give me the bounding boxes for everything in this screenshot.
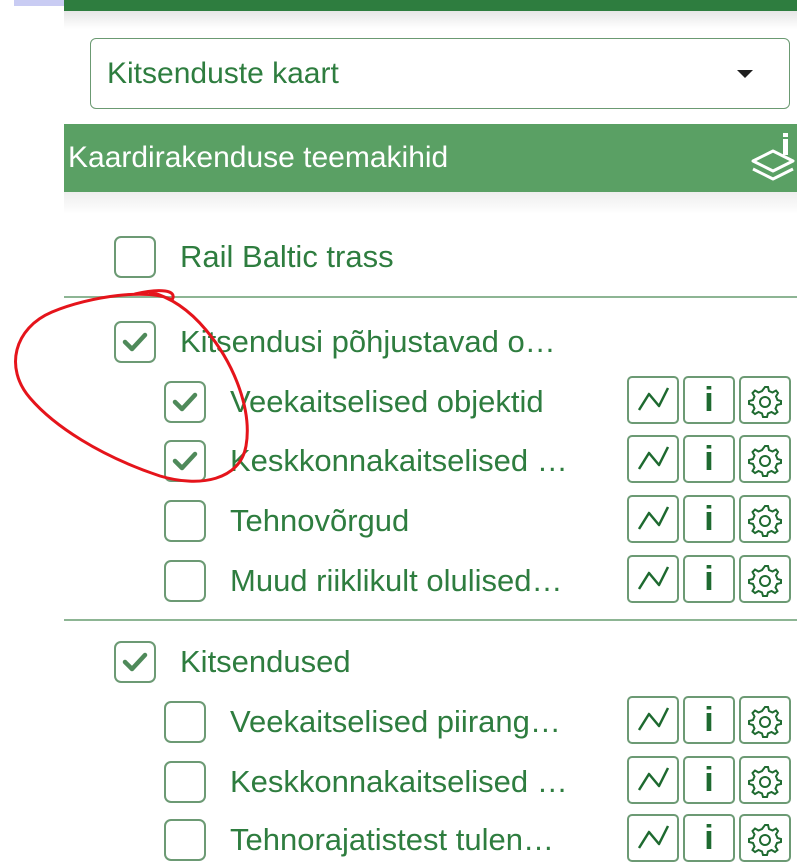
layer-checkbox-checked[interactable]: [114, 641, 156, 683]
layers-panel-header: Kaardirakenduse teemakihid: [64, 124, 797, 192]
layer-label: Keskkonnakaitselised …: [230, 443, 568, 478]
layer-checkbox[interactable]: [114, 236, 156, 278]
sublayer-row[interactable]: Veekaitselised piirang…: [164, 698, 561, 746]
legend-button[interactable]: [627, 756, 679, 804]
layer-checkbox[interactable]: [164, 819, 206, 861]
gear-icon: [748, 445, 782, 477]
layer-actions: i: [627, 814, 791, 862]
layer-label: Kitsendusi põhjustavad o…: [180, 324, 556, 359]
layer-checkbox[interactable]: [164, 500, 206, 542]
line-chart-icon: [637, 446, 670, 470]
layers-info-icon[interactable]: [749, 133, 797, 183]
sublayer-row[interactable]: Keskkonnakaitselised …: [164, 758, 568, 806]
gear-icon: [748, 565, 782, 597]
gear-icon: [748, 706, 782, 738]
chevron-down-icon: [737, 69, 753, 78]
layer-group-kitsendused[interactable]: Kitsendused: [114, 638, 351, 686]
line-chart-icon: [637, 506, 670, 530]
group-divider: [64, 619, 797, 621]
gear-icon: [748, 386, 782, 418]
panel-shadow: [64, 192, 797, 214]
settings-button[interactable]: [739, 756, 791, 804]
info-button[interactable]: i: [683, 435, 735, 483]
layer-actions: i: [627, 435, 791, 483]
layer-actions: i: [627, 696, 791, 744]
legend-button[interactable]: [627, 495, 679, 543]
settings-button[interactable]: [739, 696, 791, 744]
layer-actions: i: [627, 555, 791, 603]
layer-checkbox-checked[interactable]: [164, 381, 206, 423]
info-icon: i: [704, 701, 714, 739]
info-icon: i: [704, 560, 714, 598]
layer-checkbox[interactable]: [164, 761, 206, 803]
layers-panel-title: Kaardirakenduse teemakihid: [68, 141, 449, 174]
line-chart-icon: [637, 825, 670, 849]
sublayer-row[interactable]: Tehnorajatistest tulen…: [164, 816, 554, 864]
line-chart-icon: [637, 707, 670, 731]
map-select-value: Kitsenduste kaart: [107, 56, 339, 90]
settings-button[interactable]: [739, 814, 791, 862]
info-icon: i: [704, 761, 714, 799]
gear-icon: [748, 505, 782, 537]
header-shadow: [64, 11, 797, 29]
sublayer-row[interactable]: Muud riiklikult olulised…: [164, 557, 563, 605]
line-chart-icon: [637, 566, 670, 590]
layer-actions: i: [627, 756, 791, 804]
layer-label: Veekaitselised piirang…: [230, 704, 561, 739]
layer-actions: i: [627, 495, 791, 543]
layer-group-kitsendusi-pohjustavad[interactable]: Kitsendusi põhjustavad o…: [114, 318, 556, 366]
layer-label: Kitsendused: [180, 644, 351, 679]
layer-checkbox[interactable]: [164, 701, 206, 743]
layer-row-rail-baltic[interactable]: Rail Baltic trass: [114, 233, 394, 281]
layer-label: Veekaitselised objektid: [230, 384, 544, 419]
layer-label: Keskkonnakaitselised …: [230, 764, 568, 799]
info-icon: i: [704, 500, 714, 538]
legend-button[interactable]: [627, 555, 679, 603]
layer-label: Tehnovõrgud: [230, 503, 410, 538]
info-button[interactable]: i: [683, 376, 735, 424]
settings-button[interactable]: [739, 376, 791, 424]
info-icon: i: [704, 819, 714, 857]
line-chart-icon: [637, 767, 670, 791]
info-button[interactable]: i: [683, 756, 735, 804]
info-button[interactable]: i: [683, 814, 735, 862]
legend-button[interactable]: [627, 696, 679, 744]
info-button[interactable]: i: [683, 555, 735, 603]
legend-button[interactable]: [627, 376, 679, 424]
gear-icon: [748, 766, 782, 798]
sublayer-row[interactable]: Veekaitselised objektid: [164, 378, 544, 426]
layer-label: Muud riiklikult olulised…: [230, 563, 563, 598]
layer-checkbox[interactable]: [164, 560, 206, 602]
info-icon: i: [704, 381, 714, 419]
top-band: [0, 0, 797, 29]
header-bar: [64, 0, 797, 11]
layer-actions: i: [627, 376, 791, 424]
settings-button[interactable]: [739, 495, 791, 543]
settings-button[interactable]: [739, 555, 791, 603]
info-button[interactable]: i: [683, 696, 735, 744]
legend-button[interactable]: [627, 435, 679, 483]
layer-label: Tehnorajatistest tulen…: [230, 822, 554, 857]
line-chart-icon: [637, 387, 670, 411]
info-icon: i: [704, 440, 714, 478]
map-select-dropdown[interactable]: Kitsenduste kaart: [90, 38, 790, 109]
sublayer-row[interactable]: Tehnovõrgud: [164, 497, 409, 545]
settings-button[interactable]: [739, 435, 791, 483]
layer-label: Rail Baltic trass: [180, 239, 394, 274]
layer-checkbox-checked[interactable]: [164, 440, 206, 482]
group-divider: [64, 296, 797, 298]
legend-button[interactable]: [627, 814, 679, 862]
info-button[interactable]: i: [683, 495, 735, 543]
sublayer-row[interactable]: Keskkonnakaitselised …: [164, 437, 568, 485]
gear-icon: [748, 824, 782, 856]
layer-checkbox-checked[interactable]: [114, 321, 156, 363]
